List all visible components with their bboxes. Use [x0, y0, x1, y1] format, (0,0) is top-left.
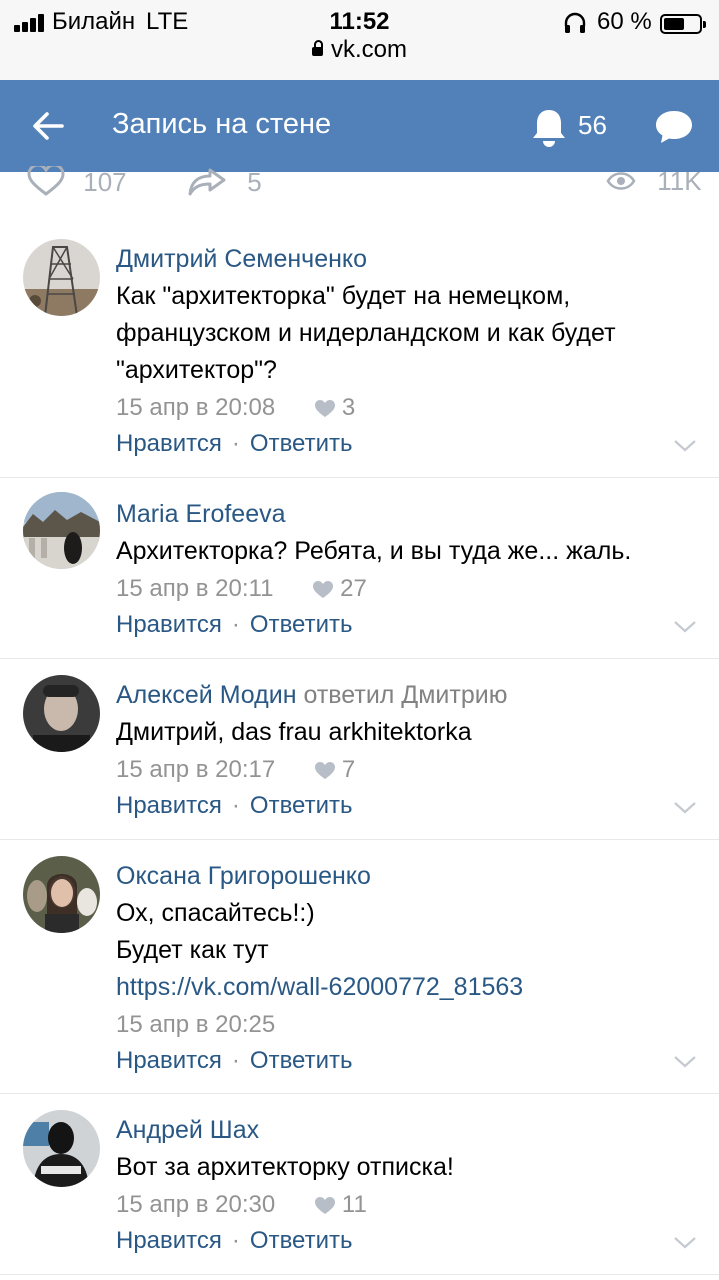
app-header: Запись на стене 56 — [0, 80, 719, 172]
battery-percent: 60 % — [597, 8, 652, 35]
like-button[interactable]: Нравится — [116, 430, 222, 457]
comment-text: Как "архитекторка" будет на немецком, фр… — [116, 282, 616, 384]
reply-button[interactable]: Ответить — [250, 1047, 353, 1074]
avatar[interactable] — [23, 1110, 100, 1187]
comment: Оксана Григорошенко Ох, спасайтесь!:) Бу… — [0, 840, 719, 1094]
comment-author[interactable]: Алексей Модин — [116, 681, 297, 709]
reply-button[interactable]: Ответить — [250, 1227, 353, 1254]
comment-likes[interactable]: 3 — [314, 394, 355, 421]
comments-list: Дмитрий Семенченко Как "архитекторка" бу… — [0, 229, 719, 1275]
comment-date[interactable]: 15 апр в 20:08 — [116, 394, 275, 421]
comment: Андрей Шах Вот за архитекторку отписка! … — [0, 1094, 719, 1275]
likes-stat[interactable]: 107 — [26, 166, 127, 198]
separator: · — [231, 1227, 240, 1254]
comment-text: Будет как тут — [116, 936, 269, 964]
separator: · — [231, 611, 240, 638]
url-text: vk.com — [330, 36, 407, 63]
avatar[interactable] — [23, 675, 100, 752]
comment-author[interactable]: Maria Erofeeva — [116, 500, 286, 528]
comment-text: Дмитрий, das frau arkhitektorka — [116, 718, 472, 746]
headphones-icon — [564, 12, 586, 33]
comment-author[interactable]: Оксана Григорошенко — [116, 862, 371, 890]
reply-button[interactable]: Ответить — [250, 792, 353, 819]
likes-count: 7 — [341, 756, 356, 783]
comment-author[interactable]: Андрей Шах — [116, 1116, 259, 1144]
messages-icon[interactable] — [654, 108, 694, 146]
reply-to-label[interactable]: ответил Дмитрию — [303, 681, 507, 709]
comment-likes[interactable]: 11 — [314, 1191, 367, 1218]
back-arrow-icon[interactable] — [28, 106, 68, 146]
likes-count: 11 — [341, 1191, 367, 1218]
lock-icon — [311, 40, 323, 56]
comment-date[interactable]: 15 апр в 20:17 — [116, 756, 275, 783]
comment-text: Вот за архитекторку отписка! — [116, 1153, 454, 1181]
chevron-down-icon[interactable] — [673, 801, 697, 815]
views-count: 11K — [657, 166, 702, 196]
comment-text: Архитекторка? Ребята, и вы туда же... жа… — [116, 537, 632, 565]
heart-icon — [313, 581, 334, 598]
reply-button[interactable]: Ответить — [250, 430, 353, 457]
separator: · — [231, 430, 240, 457]
avatar[interactable] — [23, 239, 100, 316]
status-bar: Билайн LTE 11:52 60 % vk.com — [0, 0, 719, 80]
avatar[interactable] — [23, 492, 100, 569]
like-button[interactable]: Нравится — [116, 1047, 222, 1074]
share-icon — [188, 168, 226, 196]
bell-icon[interactable] — [529, 106, 569, 148]
post-stats: 107 5 11K — [0, 166, 719, 200]
chevron-down-icon[interactable] — [673, 1055, 697, 1069]
heart-icon — [314, 762, 335, 779]
comment-author[interactable]: Дмитрий Семенченко — [116, 245, 367, 273]
heart-icon — [27, 166, 65, 196]
comment-date[interactable]: 15 апр в 20:25 — [116, 1011, 275, 1038]
shares-stat[interactable]: 5 — [188, 166, 262, 198]
comment-link[interactable]: https://vk.com/wall-62000772_81563 — [116, 969, 689, 1006]
comment-likes[interactable]: 27 — [312, 575, 367, 602]
like-button[interactable]: Нравится — [116, 1227, 222, 1254]
reply-button[interactable]: Ответить — [250, 611, 353, 638]
comment: Дмитрий Семенченко Как "архитекторка" бу… — [0, 229, 719, 478]
comment: Maria Erofeeva Архитекторка? Ребята, и в… — [0, 478, 719, 659]
like-button[interactable]: Нравится — [116, 792, 222, 819]
comment-date[interactable]: 15 апр в 20:11 — [116, 575, 273, 602]
chevron-down-icon[interactable] — [673, 620, 697, 634]
comment: Алексей Модин ответил Дмитрию Дмитрий, d… — [0, 659, 719, 840]
comment-date[interactable]: 15 апр в 20:30 — [116, 1191, 275, 1218]
chevron-down-icon[interactable] — [673, 1236, 697, 1250]
separator: · — [231, 792, 240, 819]
avatar[interactable] — [23, 856, 100, 933]
shares-count: 5 — [247, 167, 262, 197]
eye-icon — [606, 172, 636, 190]
views-stat: 11K — [606, 166, 702, 197]
likes-count: 107 — [83, 167, 127, 197]
heart-icon — [314, 400, 335, 417]
heart-icon — [314, 1197, 335, 1214]
separator: · — [231, 1047, 240, 1074]
comment-likes[interactable]: 7 — [314, 756, 355, 783]
page-title: Запись на стене — [112, 108, 332, 140]
notification-count[interactable]: 56 — [578, 110, 607, 141]
battery-icon — [660, 14, 706, 34]
url-bar[interactable]: vk.com — [0, 36, 719, 64]
chevron-down-icon[interactable] — [673, 439, 697, 453]
likes-count: 27 — [340, 575, 367, 602]
comment-text: Ох, спасайтесь!:) — [116, 899, 315, 927]
likes-count: 3 — [341, 394, 356, 421]
like-button[interactable]: Нравится — [116, 611, 222, 638]
